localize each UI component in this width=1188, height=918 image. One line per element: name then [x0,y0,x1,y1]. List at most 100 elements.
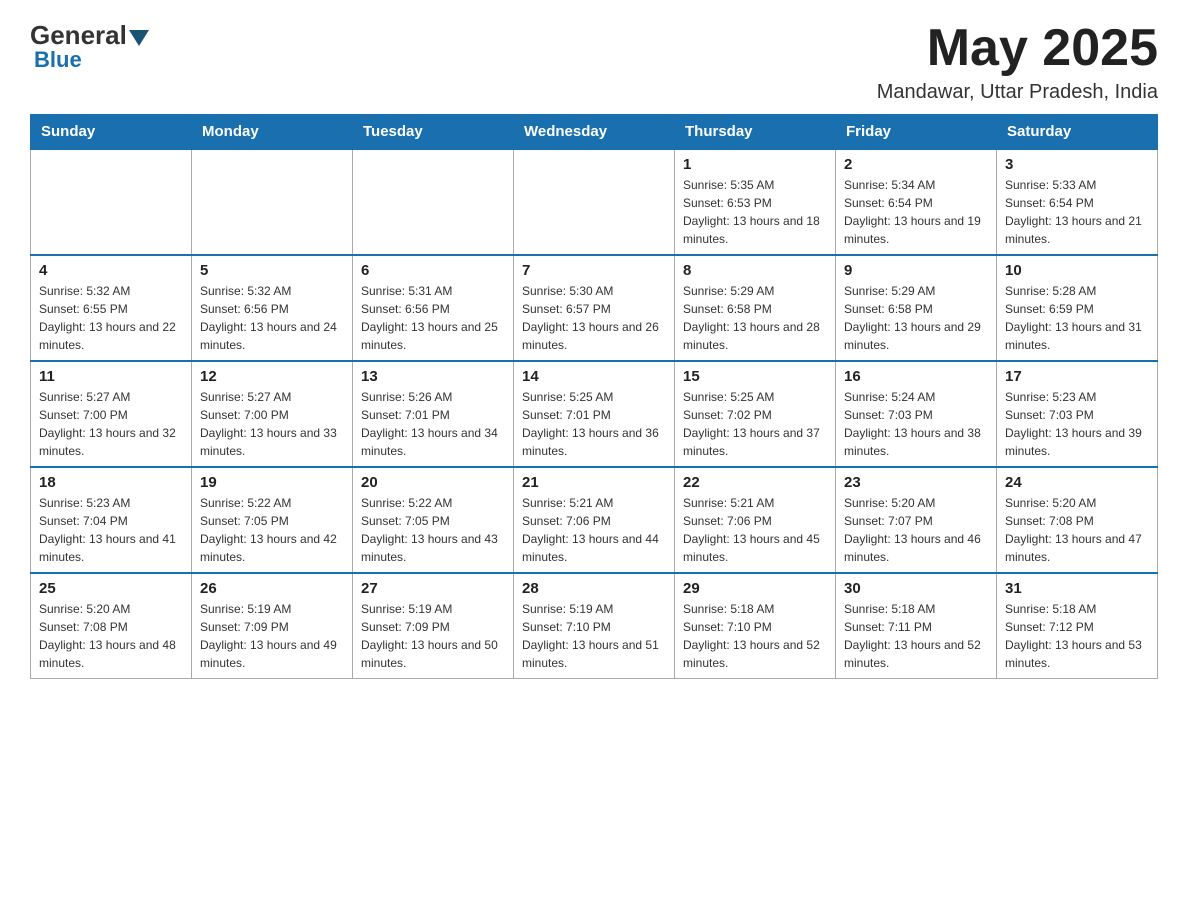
day-number: 30 [844,580,988,597]
day-number: 10 [1005,262,1149,279]
day-info: Sunrise: 5:33 AMSunset: 6:54 PMDaylight:… [1005,176,1149,248]
calendar-cell: 12Sunrise: 5:27 AMSunset: 7:00 PMDayligh… [192,361,353,467]
calendar-cell: 16 Sunrise: 5:24 AMSunset: 7:03 PMDayligh… [836,361,997,467]
day-number: 3 [1005,156,1149,173]
day-number: 6 [361,262,505,279]
day-info: Sunrise: 5:19 AMSunset: 7:09 PMDaylight:… [200,600,344,672]
weekday-header-friday: Friday [836,115,997,150]
calendar-cell: 25Sunrise: 5:20 AMSunset: 7:08 PMDayligh… [31,573,192,679]
calendar-cell [192,149,353,255]
day-number: 14 [522,368,666,385]
calendar-week-row: 1Sunrise: 5:35 AMSunset: 6:53 PMDaylight… [31,149,1158,255]
day-number: 16 [844,368,988,385]
day-info: Sunrise: 5:24 AMSunset: 7:03 PMDaylight:… [844,388,988,460]
weekday-header-sunday: Sunday [31,115,192,150]
day-info: Sunrise: 5:25 AMSunset: 7:02 PMDaylight:… [683,388,827,460]
day-info: Sunrise: 5:32 AMSunset: 6:55 PMDaylight:… [39,282,183,354]
day-number: 20 [361,474,505,491]
day-number: 28 [522,580,666,597]
day-number: 18 [39,474,183,491]
day-number: 7 [522,262,666,279]
day-info: Sunrise: 5:22 AMSunset: 7:05 PMDaylight:… [361,494,505,566]
day-number: 23 [844,474,988,491]
calendar-cell: 22Sunrise: 5:21 AMSunset: 7:06 PMDayligh… [675,467,836,573]
day-number: 15 [683,368,827,385]
calendar-cell: 10Sunrise: 5:28 AMSunset: 6:59 PMDayligh… [997,255,1158,361]
calendar-cell: 26Sunrise: 5:19 AMSunset: 7:09 PMDayligh… [192,573,353,679]
day-number: 11 [39,368,183,385]
day-number: 5 [200,262,344,279]
day-info: Sunrise: 5:19 AMSunset: 7:09 PMDaylight:… [361,600,505,672]
weekday-header-tuesday: Tuesday [353,115,514,150]
calendar-cell: 8Sunrise: 5:29 AMSunset: 6:58 PMDaylight… [675,255,836,361]
day-info: Sunrise: 5:32 AMSunset: 6:56 PMDaylight:… [200,282,344,354]
weekday-header-saturday: Saturday [997,115,1158,150]
calendar-cell: 27 Sunrise: 5:19 AMSunset: 7:09 PMDayligh… [353,573,514,679]
day-number: 27 [361,580,505,597]
calendar-cell: 1Sunrise: 5:35 AMSunset: 6:53 PMDaylight… [675,149,836,255]
title-block: May 2025 Mandawar, Uttar Pradesh, India [877,20,1158,104]
day-number: 31 [1005,580,1149,597]
page-header: General Blue May 2025 Mandawar, Uttar Pr… [30,20,1158,104]
calendar-cell: 7 Sunrise: 5:30 AMSunset: 6:57 PMDaylight… [514,255,675,361]
day-info: Sunrise: 5:18 AMSunset: 7:11 PMDaylight:… [844,600,988,672]
weekday-header-monday: Monday [192,115,353,150]
day-number: 24 [1005,474,1149,491]
day-number: 12 [200,368,344,385]
day-info: Sunrise: 5:19 AMSunset: 7:10 PMDaylight:… [522,600,666,672]
calendar-cell: 30 Sunrise: 5:18 AMSunset: 7:11 PMDayligh… [836,573,997,679]
day-info: Sunrise: 5:31 AMSunset: 6:56 PMDaylight:… [361,282,505,354]
logo-triangle-icon [129,30,149,46]
calendar-cell: 2 Sunrise: 5:34 AMSunset: 6:54 PMDaylight… [836,149,997,255]
calendar-cell: 13Sunrise: 5:26 AMSunset: 7:01 PMDayligh… [353,361,514,467]
calendar-cell: 11 Sunrise: 5:27 AMSunset: 7:00 PMDayligh… [31,361,192,467]
weekday-header-thursday: Thursday [675,115,836,150]
day-number: 22 [683,474,827,491]
day-info: Sunrise: 5:25 AMSunset: 7:01 PMDaylight:… [522,388,666,460]
day-number: 1 [683,156,827,173]
calendar-cell: 15 Sunrise: 5:25 AMSunset: 7:02 PMDayligh… [675,361,836,467]
calendar-cell: 9 Sunrise: 5:29 AMSunset: 6:58 PMDaylight… [836,255,997,361]
day-info: Sunrise: 5:20 AMSunset: 7:08 PMDaylight:… [1005,494,1149,566]
day-info: Sunrise: 5:34 AMSunset: 6:54 PMDaylight:… [844,176,988,248]
logo-blue-text: Blue [34,47,82,73]
calendar-cell [514,149,675,255]
calendar-cell: 3 Sunrise: 5:33 AMSunset: 6:54 PMDaylight… [997,149,1158,255]
day-info: Sunrise: 5:23 AMSunset: 7:04 PMDaylight:… [39,494,183,566]
calendar-cell [31,149,192,255]
calendar-cell: 28 Sunrise: 5:19 AMSunset: 7:10 PMDayligh… [514,573,675,679]
day-number: 2 [844,156,988,173]
day-number: 4 [39,262,183,279]
calendar-week-row: 11 Sunrise: 5:27 AMSunset: 7:00 PMDayligh… [31,361,1158,467]
calendar-week-row: 25Sunrise: 5:20 AMSunset: 7:08 PMDayligh… [31,573,1158,679]
day-number: 9 [844,262,988,279]
calendar-cell: 20 Sunrise: 5:22 AMSunset: 7:05 PMDayligh… [353,467,514,573]
calendar-week-row: 18 Sunrise: 5:23 AMSunset: 7:04 PMDayligh… [31,467,1158,573]
calendar-week-row: 4 Sunrise: 5:32 AMSunset: 6:55 PMDaylight… [31,255,1158,361]
day-info: Sunrise: 5:29 AMSunset: 6:58 PMDaylight:… [683,282,827,354]
day-info: Sunrise: 5:30 AMSunset: 6:57 PMDaylight:… [522,282,666,354]
calendar-cell: 21 Sunrise: 5:21 AMSunset: 7:06 PMDayligh… [514,467,675,573]
calendar-cell: 18 Sunrise: 5:23 AMSunset: 7:04 PMDayligh… [31,467,192,573]
calendar-cell: 29 Sunrise: 5:18 AMSunset: 7:10 PMDayligh… [675,573,836,679]
day-info: Sunrise: 5:18 AMSunset: 7:10 PMDaylight:… [683,600,827,672]
calendar-cell: 14 Sunrise: 5:25 AMSunset: 7:01 PMDayligh… [514,361,675,467]
day-info: Sunrise: 5:21 AMSunset: 7:06 PMDaylight:… [522,494,666,566]
day-info: Sunrise: 5:18 AMSunset: 7:12 PMDaylight:… [1005,600,1149,672]
day-number: 21 [522,474,666,491]
day-info: Sunrise: 5:27 AMSunset: 7:00 PMDaylight:… [39,388,183,460]
day-info: Sunrise: 5:29 AMSunset: 6:58 PMDaylight:… [844,282,988,354]
calendar-table: SundayMondayTuesdayWednesdayThursdayFrid… [30,114,1158,679]
day-info: Sunrise: 5:26 AMSunset: 7:01 PMDaylight:… [361,388,505,460]
calendar-cell: 6 Sunrise: 5:31 AMSunset: 6:56 PMDaylight… [353,255,514,361]
location-subtitle: Mandawar, Uttar Pradesh, India [877,81,1158,104]
weekday-header-row: SundayMondayTuesdayWednesdayThursdayFrid… [31,115,1158,150]
day-number: 25 [39,580,183,597]
day-number: 17 [1005,368,1149,385]
calendar-cell: 4 Sunrise: 5:32 AMSunset: 6:55 PMDaylight… [31,255,192,361]
day-number: 29 [683,580,827,597]
calendar-cell: 24 Sunrise: 5:20 AMSunset: 7:08 PMDayligh… [997,467,1158,573]
calendar-cell: 19Sunrise: 5:22 AMSunset: 7:05 PMDayligh… [192,467,353,573]
day-info: Sunrise: 5:20 AMSunset: 7:07 PMDaylight:… [844,494,988,566]
weekday-header-wednesday: Wednesday [514,115,675,150]
